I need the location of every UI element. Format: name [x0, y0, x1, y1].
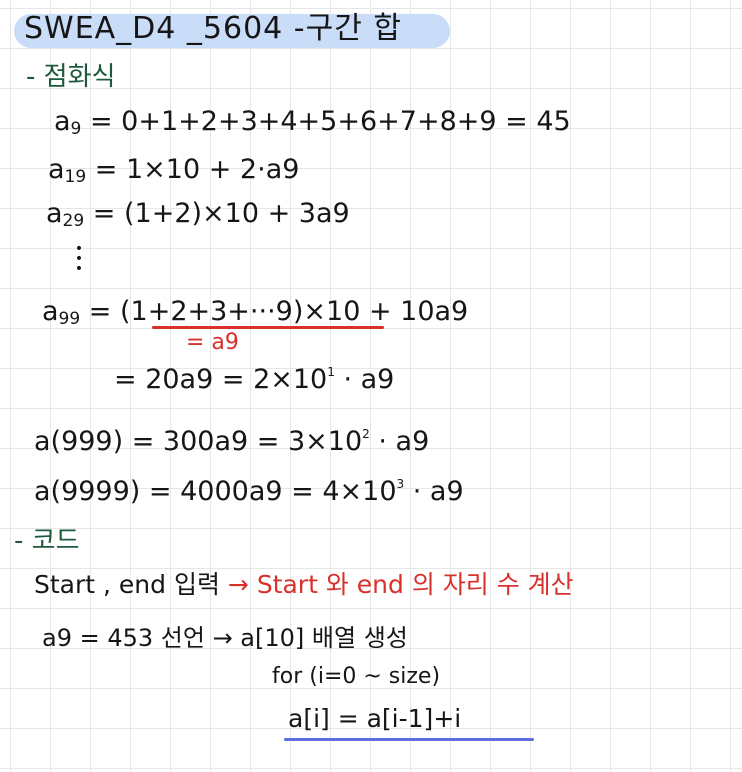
code-note-line3: for (i=0 ~ size) — [272, 664, 441, 689]
equation-a9999: a(9999) = 4000a9 = 4×103 · a9 — [34, 478, 464, 505]
red-underline — [152, 326, 384, 329]
equation-a19-rhs: = 1×10 + 2·a9 — [94, 154, 300, 185]
code-note-line1-red: → Start 와 end 의 자리 수 계산 — [227, 570, 574, 599]
equation-a9999-tail: · a9 — [412, 476, 464, 507]
code-note-line1-black: Start , end 입력 — [34, 570, 220, 599]
equation-a9-sub: 9 — [70, 119, 82, 139]
code-note-line1: Start , end 입력 → Start 와 end 의 자리 수 계산 — [34, 572, 574, 597]
page-title: SWEA_D4 _5604 -구간 합 — [24, 11, 402, 46]
equation-a29-rhs: = (1+2)×10 + 3a9 — [92, 198, 350, 229]
equation-a99-line2-text: = 20a9 = 2×10 — [114, 364, 328, 395]
equation-a99-tail: ×10 + 10a9 — [303, 296, 469, 327]
equation-a29: a29 = (1+2)×10 + 3a9 — [46, 200, 350, 230]
equation-a9: a9 = 0+1+2+3+4+5+6+7+8+9 = 45 — [54, 108, 571, 138]
equation-a29-var: a — [46, 198, 63, 229]
equation-a9999-exp: 3 — [396, 477, 405, 491]
equation-a99-line2-exp: 1 — [327, 365, 335, 379]
equation-a19: a19 = 1×10 + 2·a9 — [48, 156, 299, 186]
equation-a999: a(999) = 300a9 = 3×102 · a9 — [34, 428, 429, 455]
equation-a99-sub: 99 — [58, 309, 81, 329]
section-code-heading: - 코드 — [14, 526, 80, 556]
blue-underline — [284, 738, 534, 741]
equation-a99-sum: = (1+2+3+···9) — [88, 296, 304, 327]
equation-a99-var: a — [42, 296, 59, 327]
equation-a999-tail: · a9 — [378, 426, 430, 457]
equation-a9999-text: a(9999) = 4000a9 = 4×10 — [34, 476, 397, 507]
handwritten-note-page: SWEA_D4 _5604 -구간 합 - 점화식 a9 = 0+1+2+3+4… — [0, 0, 742, 772]
equation-a29-sub: 29 — [62, 211, 85, 231]
section-recurrence-heading: - 점화식 — [26, 62, 116, 92]
code-note-line2: a9 = 453 선언 → a[10] 배열 생성 — [42, 624, 408, 652]
equation-a9-var: a — [54, 106, 71, 137]
equation-a99-line2: = 20a9 = 2×101 · a9 — [114, 366, 394, 393]
equation-a19-var: a — [48, 154, 65, 185]
equation-a99-line2-tail: · a9 — [343, 364, 395, 395]
equation-a9-rhs: = 0+1+2+3+4+5+6+7+8+9 = 45 — [89, 106, 571, 137]
vertical-ellipsis: • • • — [74, 241, 84, 277]
equation-a999-text: a(999) = 300a9 = 3×10 — [34, 426, 363, 457]
code-note-line4: a[i] = a[i-1]+i — [288, 704, 462, 733]
equation-a999-exp: 2 — [362, 427, 370, 441]
equation-a99: a99 = (1+2+3+···9)×10 + 10a9 — [42, 298, 468, 328]
equation-a99-note: = a9 — [186, 330, 239, 355]
equation-a19-sub: 19 — [64, 167, 87, 187]
